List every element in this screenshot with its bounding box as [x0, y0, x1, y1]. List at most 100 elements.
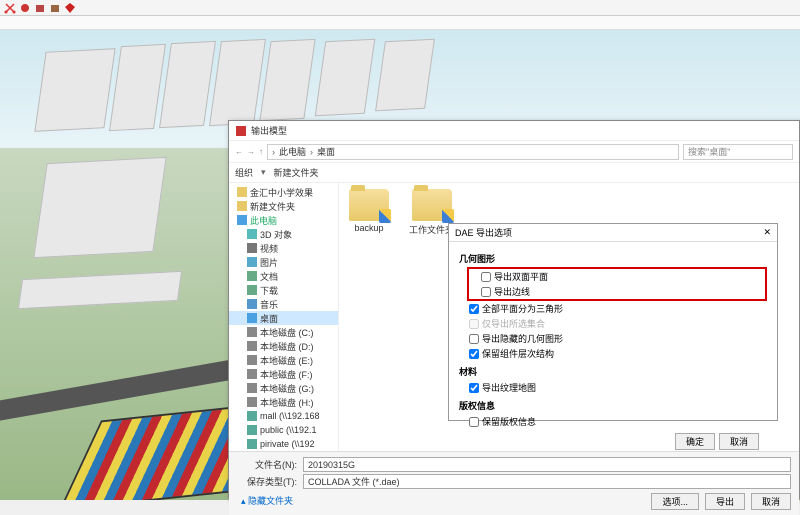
- tree-item[interactable]: 下载: [229, 283, 338, 297]
- tree-label: 下载: [260, 284, 278, 297]
- command-bar: 组织▾ 新建文件夹: [229, 163, 799, 183]
- block-icon[interactable]: [34, 2, 46, 14]
- tree-item[interactable]: 本地磁盘 (G:): [229, 381, 338, 395]
- section-credits: 版权信息: [459, 399, 767, 412]
- gem-icon[interactable]: [64, 2, 76, 14]
- opts-title: DAE 导出选项: [455, 226, 512, 239]
- net-icon: [247, 425, 257, 435]
- obj-icon: [247, 229, 257, 239]
- tree-item[interactable]: 新建文件夹: [229, 199, 338, 213]
- tree-label: 本地磁盘 (E:): [260, 354, 313, 367]
- disk-icon: [247, 341, 257, 351]
- options-button[interactable]: 选项...: [651, 493, 699, 510]
- tree-item[interactable]: 本地磁盘 (D:): [229, 339, 338, 353]
- opt-hierarchy[interactable]: 保留组件层次结构: [459, 346, 767, 361]
- app-icon: [235, 125, 247, 137]
- opt-triangulate[interactable]: 全部平面分为三角形: [459, 301, 767, 316]
- pc-icon: [237, 215, 247, 225]
- tree-label: public (\\192.1: [260, 425, 317, 435]
- tree-label: 本地磁盘 (C:): [260, 326, 314, 339]
- desktop-icon: [247, 313, 257, 323]
- tree-label: 桌面: [260, 312, 278, 325]
- doc-icon: [247, 271, 257, 281]
- section-geometry: 几何图形: [459, 252, 767, 265]
- folder-icon: [412, 189, 452, 221]
- opt-textures[interactable]: 导出纹理地图: [459, 380, 767, 395]
- tree-label: mall (\\192.168: [260, 411, 320, 421]
- pic-icon: [247, 257, 257, 267]
- tree-item[interactable]: 此电脑: [229, 213, 338, 227]
- search-input[interactable]: 搜索"桌面": [683, 144, 793, 160]
- tree-label: 文档: [260, 270, 278, 283]
- folder-tree[interactable]: 金汇中小学效果新建文件夹此电脑3D 对象视频图片文档下载音乐桌面本地磁盘 (C:…: [229, 183, 339, 451]
- secondary-toolbar: [0, 16, 800, 30]
- tree-item[interactable]: 本地磁盘 (E:): [229, 353, 338, 367]
- tree-item[interactable]: 金汇中小学效果: [229, 185, 338, 199]
- highlight-box: 导出双面平面 导出边线: [467, 267, 767, 301]
- close-icon[interactable]: ✕: [763, 227, 771, 238]
- filetype-label: 保存类型(T):: [237, 475, 297, 488]
- net-icon: [247, 439, 257, 449]
- nav-fwd-icon[interactable]: →: [247, 147, 255, 156]
- tree-item[interactable]: 图片: [229, 255, 338, 269]
- tree-item[interactable]: 音乐: [229, 297, 338, 311]
- tree-item[interactable]: 视频: [229, 241, 338, 255]
- dialog-footer: 文件名(N): 20190315G 保存类型(T): COLLADA 文件 (*…: [229, 451, 799, 515]
- opt-two-sided[interactable]: 导出双面平面: [471, 269, 763, 284]
- export-button[interactable]: 导出: [705, 493, 745, 510]
- tree-item[interactable]: 本地磁盘 (H:): [229, 395, 338, 409]
- tree-item[interactable]: 文档: [229, 269, 338, 283]
- net-icon: [247, 411, 257, 421]
- titlebar: 输出模型: [229, 121, 799, 141]
- music-icon: [247, 299, 257, 309]
- tree-label: 新建文件夹: [250, 200, 295, 213]
- pathbar: ← → ↑ › 此电脑 › 桌面 搜索"桌面": [229, 141, 799, 163]
- block2-icon[interactable]: [49, 2, 61, 14]
- tree-label: 本地磁盘 (H:): [260, 396, 314, 409]
- tree-label: 3D 对象: [260, 228, 292, 241]
- tree-item[interactable]: 桌面: [229, 311, 338, 325]
- organize-menu[interactable]: 组织: [235, 166, 253, 179]
- breadcrumb-seg[interactable]: 桌面: [317, 145, 335, 158]
- opt-selection-only[interactable]: 仅导出所选集合: [459, 316, 767, 331]
- opts-ok-button[interactable]: 确定: [675, 433, 715, 450]
- disk-icon: [247, 327, 257, 337]
- breadcrumb[interactable]: › 此电脑 › 桌面: [267, 144, 679, 160]
- tree-item[interactable]: 本地磁盘 (C:): [229, 325, 338, 339]
- gear-icon[interactable]: [19, 2, 31, 14]
- scissors-icon[interactable]: [4, 2, 16, 14]
- file-item[interactable]: backup: [349, 189, 389, 233]
- opt-edges[interactable]: 导出边线: [471, 284, 763, 299]
- disk-icon: [247, 355, 257, 365]
- tree-item[interactable]: 本地磁盘 (F:): [229, 367, 338, 381]
- video-icon: [247, 243, 257, 253]
- disk-icon: [247, 397, 257, 407]
- tree-label: 此电脑: [250, 214, 277, 227]
- tree-label: 金汇中小学效果: [250, 186, 313, 199]
- folder-icon: [349, 189, 389, 221]
- nav-up-icon[interactable]: ↑: [259, 147, 263, 156]
- filename-field[interactable]: 20190315G: [303, 457, 791, 472]
- main-toolbar: [0, 0, 800, 16]
- tree-label: 本地磁盘 (D:): [260, 340, 314, 353]
- tree-label: pirivate (\\192: [260, 439, 315, 449]
- filetype-field[interactable]: COLLADA 文件 (*.dae): [303, 474, 791, 489]
- opt-credits[interactable]: 保留版权信息: [459, 414, 767, 429]
- tree-item[interactable]: pirivate (\\192: [229, 437, 338, 451]
- tree-label: 本地磁盘 (G:): [260, 382, 314, 395]
- dialog-title: 输出模型: [251, 124, 287, 137]
- tree-item[interactable]: public (\\192.1: [229, 423, 338, 437]
- opts-cancel-button[interactable]: 取消: [719, 433, 759, 450]
- tree-item[interactable]: mall (\\192.168: [229, 409, 338, 423]
- tree-label: 本地磁盘 (F:): [260, 368, 313, 381]
- opt-hidden-geom[interactable]: 导出隐藏的几何图形: [459, 331, 767, 346]
- tree-label: 音乐: [260, 298, 278, 311]
- folder-icon: [237, 187, 247, 197]
- newfolder-button[interactable]: 新建文件夹: [274, 166, 319, 179]
- hide-folders-link[interactable]: ▴ 隐藏文件夹: [241, 494, 293, 507]
- breadcrumb-seg[interactable]: 此电脑: [279, 145, 306, 158]
- tree-item[interactable]: 3D 对象: [229, 227, 338, 241]
- disk-icon: [247, 383, 257, 393]
- nav-back-icon[interactable]: ←: [235, 147, 243, 156]
- cancel-button[interactable]: 取消: [751, 493, 791, 510]
